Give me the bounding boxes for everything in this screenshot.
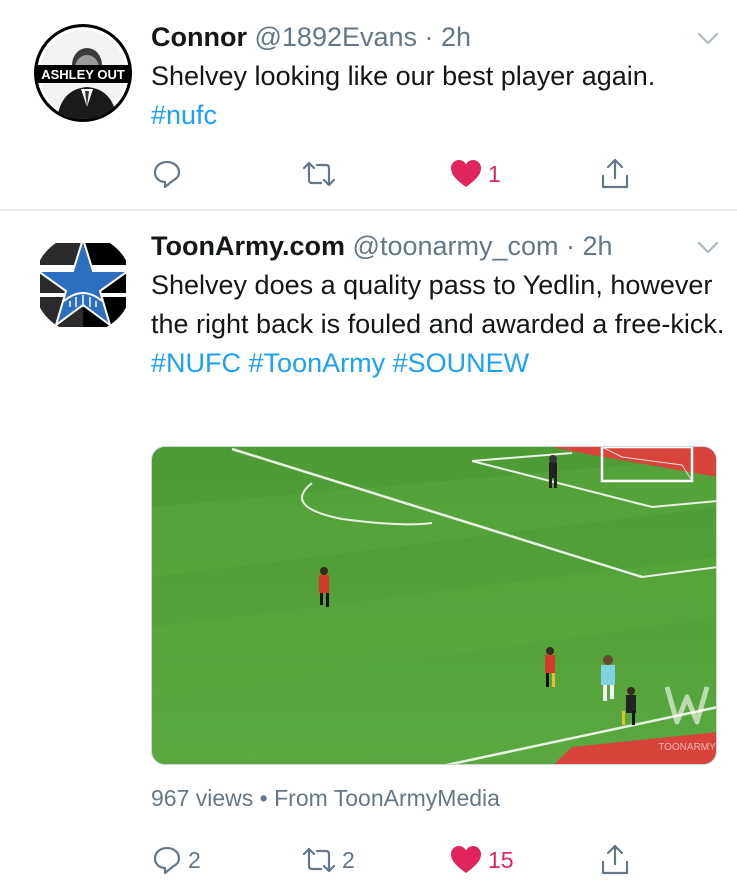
toonarmy-logo-icon (34, 235, 132, 333)
reply-button[interactable] (152, 154, 188, 194)
retweet-button[interactable] (302, 154, 342, 194)
hashtag-link[interactable]: #ToonArmy (249, 348, 386, 378)
tweet[interactable]: ASHLEY OUT Connor @1892Evans · 2h Shelve… (0, 0, 737, 210)
avatar-image: ASHLEY OUT (37, 27, 129, 119)
dot-separator: · (417, 22, 442, 52)
like-count: 1 (488, 160, 501, 187)
avatar[interactable] (34, 235, 132, 333)
retweet-icon (302, 847, 336, 873)
tweet-text: Shelvey looking like our best player aga… (151, 57, 721, 135)
football-pitch-image: TOONARMY (152, 447, 716, 764)
chevron-down-icon[interactable] (697, 241, 719, 255)
reply-icon (153, 846, 181, 875)
display-name[interactable]: Connor (151, 22, 247, 52)
share-icon (601, 844, 629, 875)
tweet-header: ToonArmy.com @toonarmy_com · 2h (151, 229, 613, 263)
chevron-down-icon[interactable] (697, 32, 719, 46)
tweet-text-body: Shelvey does a quality pass to Yedlin, h… (151, 270, 725, 339)
avatar-label: ASHLEY OUT (41, 67, 125, 82)
watermark-label: TOONARMY (658, 742, 716, 753)
tweet-text-body: Shelvey looking like our best player aga… (151, 61, 656, 91)
avatar[interactable]: ASHLEY OUT (34, 24, 132, 122)
tweet-text: Shelvey does a quality pass to Yedlin, h… (151, 266, 726, 383)
action-bar: 1 (0, 154, 737, 194)
retweet-icon (302, 161, 336, 187)
retweet-button[interactable]: 2 (302, 840, 355, 880)
heart-icon (451, 160, 481, 187)
share-button[interactable] (600, 154, 630, 194)
view-count: 967 views (151, 785, 254, 811)
like-button[interactable]: 1 (450, 154, 501, 194)
heart-icon (451, 846, 481, 873)
tweet[interactable]: ToonArmy.com @toonarmy_com · 2h Shelvey … (0, 211, 737, 893)
share-icon (601, 158, 629, 189)
reply-icon (153, 160, 181, 189)
hashtag-link[interactable]: #nufc (151, 100, 217, 130)
reply-count: 2 (188, 846, 201, 873)
meta-separator: • (259, 785, 268, 811)
like-count: 15 (488, 846, 514, 873)
media-meta: 967 views • From ToonArmyMedia (151, 783, 500, 813)
dot-separator: · (558, 231, 583, 261)
hashtag-link[interactable]: #SOUNEW (393, 348, 530, 378)
action-bar: 2 2 15 (0, 840, 737, 880)
like-button[interactable]: 15 (450, 840, 514, 880)
timestamp[interactable]: 2h (583, 231, 613, 261)
handle[interactable]: @1892Evans (255, 22, 418, 52)
video-media[interactable]: TOONARMY (151, 446, 717, 765)
tweet-header: Connor @1892Evans · 2h (151, 20, 471, 54)
handle[interactable]: @toonarmy_com (353, 231, 559, 261)
retweet-count: 2 (342, 846, 355, 873)
reply-button[interactable]: 2 (152, 840, 201, 880)
share-button[interactable] (600, 840, 630, 880)
media-source[interactable]: From ToonArmyMedia (274, 785, 500, 811)
display-name[interactable]: ToonArmy.com (151, 231, 345, 261)
hashtag-link[interactable]: #NUFC (151, 348, 241, 378)
timestamp[interactable]: 2h (441, 22, 471, 52)
